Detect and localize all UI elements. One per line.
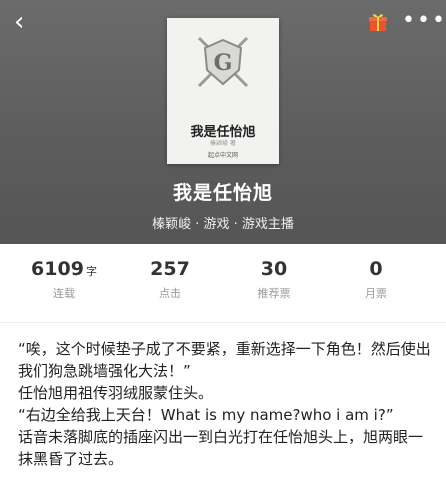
- stat-label: 连载: [53, 287, 75, 300]
- stat-value: 0: [369, 258, 383, 280]
- book-meta: 榛颖峻 · 游戏 · 游戏主播: [152, 217, 294, 232]
- stat-recommend-votes: 30 推荐票: [224, 258, 324, 301]
- cover-publisher: 起点中文网: [207, 152, 238, 159]
- stat-unit: 字: [85, 265, 97, 278]
- stat-value: 6109: [31, 258, 84, 280]
- chapter-content: “唉，这个时候垫子成了不要紧，重新选择一下角色！然后使出我们狗急跳墙强化大法！”…: [18, 338, 436, 470]
- more-options-icon[interactable]: •••: [402, 10, 445, 32]
- stat-value: 257: [150, 258, 190, 280]
- stat-label: 点击: [159, 287, 181, 300]
- stat-clicks: 257 点击: [120, 258, 220, 301]
- stat-label: 推荐票: [257, 287, 291, 300]
- paragraph: 话音未落脚底的插座闪出一到白光打在任怡旭头上，旭两眼一抹黑昏了过去。: [18, 428, 424, 468]
- paragraph: 任怡旭用祖传羽绒服蒙住头。: [18, 384, 214, 402]
- game-emblem-icon: G: [197, 36, 249, 88]
- cover-author: 榛颖峻 著: [210, 140, 236, 147]
- book-stats: 6109 字 连载 257 点击 30 推荐票 0 月票: [0, 258, 446, 308]
- book-header: ‹ ••• G 我是任怡旭 榛颖峻 著 起点中文网 我是任怡旭 榛颖峻 · 游戏…: [0, 0, 446, 244]
- back-icon[interactable]: ‹: [14, 8, 44, 38]
- book-cover[interactable]: G 我是任怡旭 榛颖峻 著 起点中文网: [167, 18, 279, 164]
- stat-monthly-votes: 0 月票: [326, 258, 426, 301]
- gift-icon[interactable]: [368, 12, 388, 32]
- paragraph: “右边全给我上天台！What is my name?who i am i?”: [18, 406, 394, 424]
- book-title: 我是任怡旭: [172, 182, 273, 204]
- svg-text:G: G: [214, 50, 233, 76]
- stat-value: 30: [260, 258, 288, 280]
- divider: [0, 322, 446, 323]
- stat-word-count: 6109 字 连载: [14, 258, 114, 301]
- paragraph: “唉，这个时候垫子成了不要紧，重新选择一下角色！然后使出我们狗急跳墙强化大法！”: [18, 340, 431, 380]
- stat-label: 月票: [365, 287, 387, 300]
